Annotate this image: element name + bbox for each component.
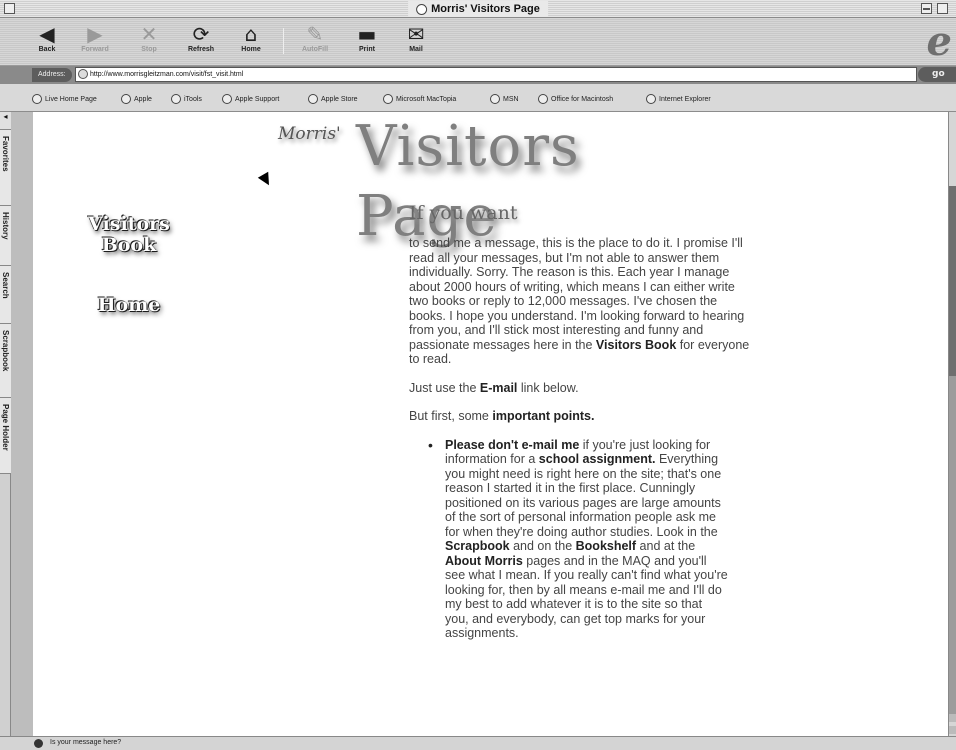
favorite-link[interactable]: iTools: [171, 93, 202, 105]
scroll-down-arrow-icon[interactable]: [949, 726, 956, 734]
window-title: Morris' Visitors Page: [408, 1, 548, 17]
mouse-pointer-icon: [257, 171, 275, 189]
points-paragraph: But first, some important points.: [409, 409, 595, 423]
refresh-button[interactable]: ⟳ Refresh: [178, 22, 224, 62]
address-input[interactable]: http://www.morrisgleitzman.com/visit/fst…: [75, 67, 917, 82]
favorite-link[interactable]: Office for Macintosh: [538, 93, 613, 105]
page-icon: [416, 3, 428, 15]
visitors-book-inline-link[interactable]: Visitors Book: [596, 338, 676, 352]
autofill-icon: ✎: [306, 22, 324, 46]
globe-status-icon: [34, 739, 43, 748]
favorites-bar: Live Home Page Apple iTools Apple Suppor…: [0, 84, 956, 112]
globe-icon: [646, 94, 656, 104]
mail-icon: ✉: [407, 22, 425, 46]
favorite-link[interactable]: MSN: [490, 93, 519, 105]
toolbar-separator: [283, 28, 284, 54]
list-item: Please don't e-mail me if you're just lo…: [428, 438, 728, 641]
window-title-text: Morris' Visitors Page: [431, 3, 540, 15]
favorite-link[interactable]: Internet Explorer: [646, 93, 711, 105]
logo-visitors-page: Visitors Page: [356, 114, 580, 249]
email-paragraph: Just use the E-mail link below.: [409, 380, 579, 395]
stop-button[interactable]: ✕ Stop: [126, 22, 172, 62]
status-bar: Is your message here?: [0, 736, 956, 750]
favorite-link[interactable]: Apple Support: [222, 93, 279, 105]
globe-icon: [490, 94, 500, 104]
page-content: Morris' Visitors Page Visitors Book Home…: [33, 112, 948, 736]
about-morris-inline-link[interactable]: About Morris: [445, 554, 523, 568]
mail-button[interactable]: ✉ Mail: [393, 22, 439, 62]
home-icon: ⌂: [244, 22, 258, 46]
favorite-link[interactable]: Apple: [121, 93, 152, 105]
site-logo: Morris' Visitors Page: [273, 112, 713, 249]
print-button[interactable]: ▬ Print: [344, 22, 390, 62]
forward-button[interactable]: ▶ Forward: [72, 22, 118, 62]
logo-morris: Morris': [278, 124, 341, 144]
tab-scrapbook[interactable]: Scrapbook: [0, 324, 11, 398]
collapse-box[interactable]: [921, 3, 932, 14]
intro-paragraph: to send me a message, this is the place …: [409, 236, 750, 366]
zoom-box[interactable]: [937, 3, 948, 14]
back-arrow-icon: ◀: [39, 22, 55, 46]
scrapbook-inline-link[interactable]: Scrapbook: [445, 539, 510, 553]
tab-page-holder[interactable]: Page Holder: [0, 398, 11, 474]
explorer-bar-tabs: ◂ Favorites History Search Scrapbook Pag…: [0, 112, 11, 736]
refresh-icon: ⟳: [192, 22, 210, 46]
status-text: Is your message here?: [50, 739, 122, 746]
stop-x-icon: ✕: [140, 22, 158, 46]
globe-icon: [121, 94, 131, 104]
globe-icon: [538, 94, 548, 104]
vertical-scrollbar[interactable]: [948, 112, 956, 736]
email-inline-text: E-mail: [479, 380, 518, 395]
address-label: Address:: [32, 68, 72, 82]
url-page-icon: [78, 69, 88, 79]
print-icon: ▬: [357, 22, 377, 46]
browser-toolbar: ◀ Back ▶ Forward ✕ Stop ⟳ Refresh ⌂ Home…: [0, 18, 956, 66]
internet-explorer-logo-icon[interactable]: e: [927, 22, 952, 62]
address-bar: Address: http://www.morrisgleitzman.com/…: [0, 66, 956, 84]
title-bar: Morris' Visitors Page: [0, 0, 956, 18]
explorer-bar-toggle-icon[interactable]: ◂: [0, 112, 11, 130]
favorite-link[interactable]: Microsoft MacTopia: [383, 93, 456, 105]
scroll-thumb[interactable]: [949, 186, 956, 376]
tab-search[interactable]: Search: [0, 266, 11, 324]
back-button[interactable]: ◀ Back: [24, 22, 70, 62]
bookshelf-inline-link[interactable]: Bookshelf: [576, 539, 636, 553]
forward-arrow-icon: ▶: [87, 22, 103, 46]
close-box[interactable]: [4, 3, 15, 14]
tab-favorites[interactable]: Favorites: [0, 130, 11, 206]
visitors-book-link[interactable]: Visitors Book: [69, 214, 189, 256]
globe-icon: [32, 94, 42, 104]
home-button[interactable]: ⌂ Home: [228, 22, 274, 62]
article-body: to send me a message, this is the place …: [409, 236, 754, 641]
autofill-button[interactable]: ✎ AutoFill: [292, 22, 338, 62]
go-button[interactable]: go: [918, 67, 956, 82]
favorite-link[interactable]: Apple Store: [308, 93, 358, 105]
favorite-link[interactable]: Live Home Page: [32, 93, 97, 105]
globe-icon: [171, 94, 181, 104]
points-list: Please don't e-mail me if you're just lo…: [428, 438, 754, 641]
page-heading: If you want: [409, 202, 518, 224]
scroll-up-arrow-icon[interactable]: [949, 714, 956, 722]
globe-icon: [308, 94, 318, 104]
home-link[interactable]: Home: [69, 294, 189, 316]
globe-icon: [222, 94, 232, 104]
globe-icon: [383, 94, 393, 104]
tab-history[interactable]: History: [0, 206, 11, 266]
